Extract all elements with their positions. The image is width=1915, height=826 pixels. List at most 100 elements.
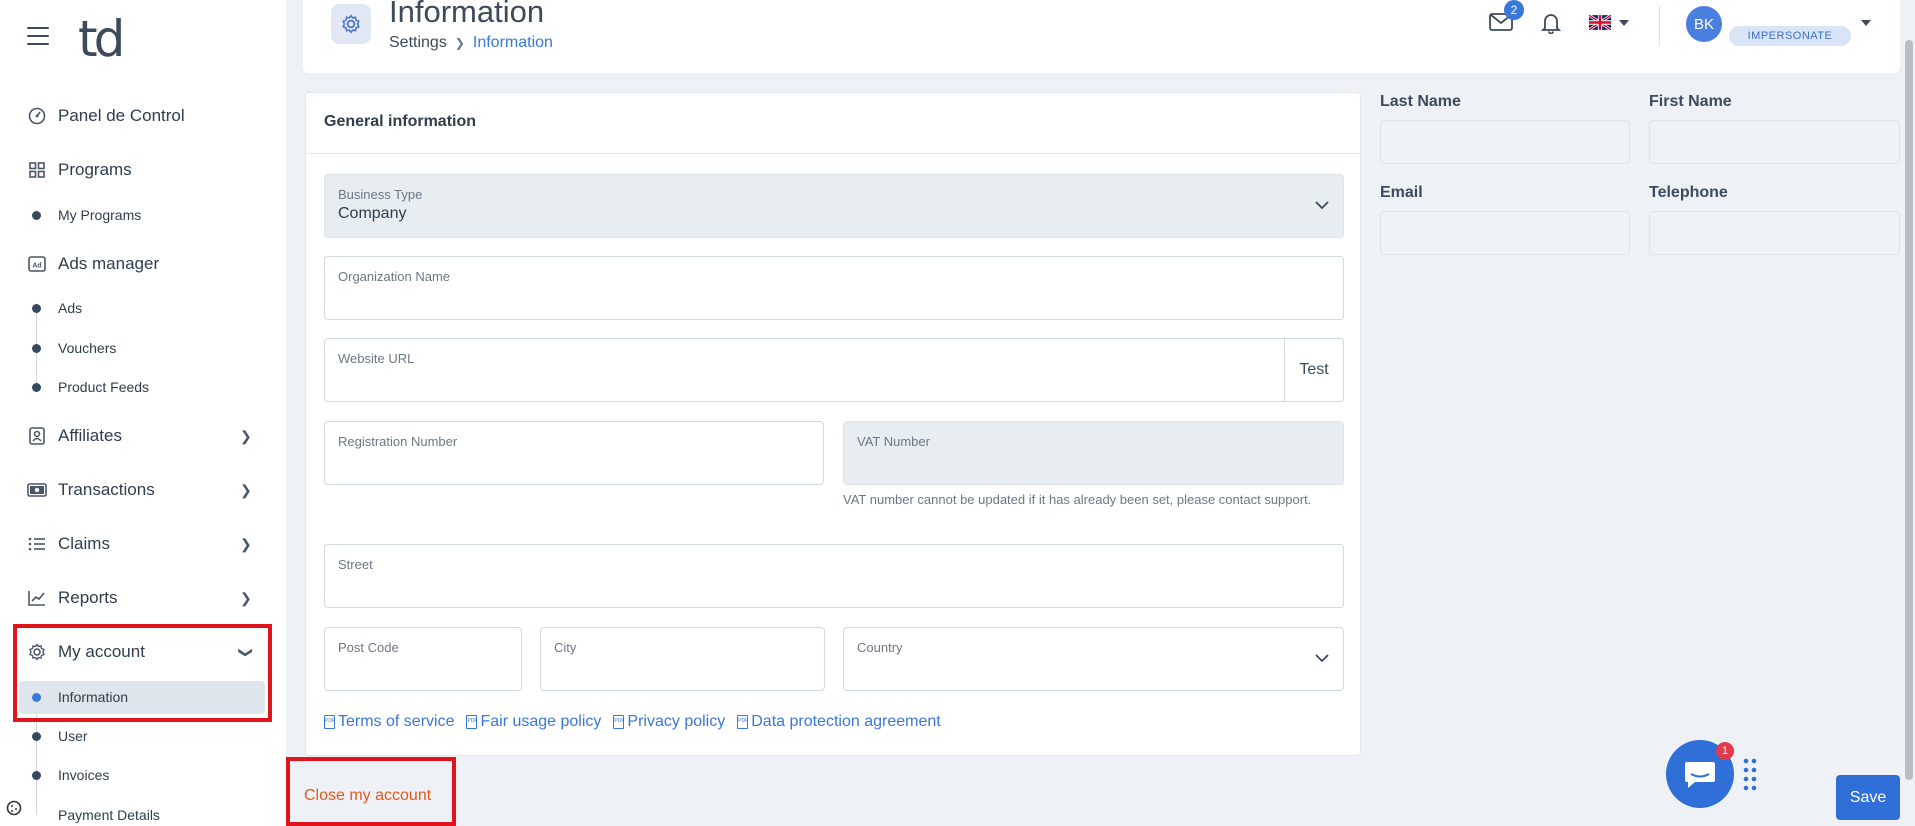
nav-label: Programs [58,160,132,179]
sidebar: td Panel de Control Programs My Programs… [0,0,286,826]
bullet [32,343,41,353]
nav-reports[interactable]: Reports ❯ [0,578,286,618]
pdf-icon: PDF [737,715,749,729]
bell-icon[interactable] [1540,12,1562,35]
svg-text:Ad: Ad [32,263,41,270]
breadcrumb-settings[interactable]: Settings [389,34,447,52]
page-title: Information [389,0,545,29]
sub-product-feeds[interactable]: Product Feeds [0,374,286,400]
sub-user[interactable]: User [0,723,286,749]
chart-icon [27,588,47,608]
nav-affiliates[interactable]: Affiliates ❯ [0,416,286,456]
first-name-label: First Name [1649,93,1732,110]
sub-payment-details[interactable]: Payment Details [0,802,286,826]
nav-label: Ads manager [58,254,160,273]
impersonate-badge[interactable]: IMPERSONATE [1729,26,1851,46]
money-icon [27,480,47,500]
drag-handle-icon[interactable] [1743,757,1757,793]
ad-icon: Ad [27,254,47,274]
vat-number-field: VAT Number [843,421,1344,485]
field-value: Company [338,205,407,222]
data-protection-agreement-link[interactable]: PDF Data protection agreement [737,713,941,731]
pdf-icon: PDF [613,715,625,729]
sub-label: Vouchers [58,340,117,356]
policy-links: PDF Terms of service PDF Fair usage policy… [324,713,941,731]
organization-name-field[interactable]: Organization Name [324,256,1344,320]
sub-invoices[interactable]: Invoices [0,762,286,788]
field-label: Post Code [338,640,399,655]
scrollbar[interactable] [1905,40,1913,780]
sub-vouchers[interactable]: Vouchers [0,335,286,361]
sub-my-programs[interactable]: My Programs [0,202,286,228]
email-field[interactable] [1380,211,1630,255]
chat-bubble-icon [1685,762,1715,788]
sub-ads[interactable]: Ads [0,295,286,321]
nav-label: Claims [58,534,110,553]
vat-note: VAT number cannot be updated if it has a… [843,492,1312,507]
page-header: Information Settings ❯ Information 2 BK … [303,0,1900,73]
save-button[interactable]: Save [1836,775,1900,820]
post-code-field[interactable]: Post Code [324,627,522,691]
sub-label: Ads [58,300,83,316]
nav-ads-manager[interactable]: Ad Ads manager [0,244,286,284]
highlight-box [13,624,272,722]
caret-down-icon[interactable] [1861,20,1871,26]
chevron-right-icon: ❯ [240,427,252,444]
close-account-link[interactable]: Close my account [304,787,431,805]
nav-label: Panel de Control [58,106,185,125]
grid-icon [27,160,47,180]
terms-of-service-link[interactable]: PDF Terms of service [324,713,454,731]
fair-usage-policy-link[interactable]: PDF Fair usage policy [466,713,601,731]
nav-programs[interactable]: Programs [0,150,286,190]
bullet [32,303,41,313]
nav-panel-de-control[interactable]: Panel de Control [0,96,286,136]
nav-label: Reports [58,588,118,607]
nav-label: Transactions [58,480,155,499]
user-card-icon [27,426,47,446]
bullet [32,210,41,220]
nav-claims[interactable]: Claims ❯ [0,524,286,564]
menu-icon[interactable] [27,27,49,45]
website-url-field[interactable]: Website URL Test [324,338,1344,402]
nav-transactions[interactable]: Transactions ❯ [0,470,286,510]
last-name-label: Last Name [1380,93,1461,110]
telephone-label: Telephone [1649,184,1728,201]
field-label: Business Type [338,187,423,202]
first-name-field[interactable] [1649,120,1900,164]
card-title: General information [324,113,477,130]
sub-label: User [58,728,88,744]
last-name-field[interactable] [1380,120,1630,164]
language-flag-icon[interactable] [1588,13,1612,32]
link-text: Fair usage policy [480,713,602,730]
chevron-right-icon: ❯ [240,481,252,498]
logo[interactable]: td [78,10,125,68]
field-label: City [554,640,577,655]
link-text: Terms of service [338,713,455,730]
registration-number-field[interactable]: Registration Number [324,421,824,485]
link-text: Data protection agreement [751,713,941,730]
city-field[interactable]: City [540,627,825,691]
street-field[interactable]: Street [324,544,1344,608]
field-label: Website URL [338,351,415,366]
telephone-field[interactable] [1649,211,1900,255]
test-button[interactable]: Test [1284,339,1343,401]
avatar[interactable]: BK [1686,6,1722,42]
sub-label: Product Feeds [58,379,150,395]
field-label: Country [857,640,903,655]
mail-badge: 2 [1504,0,1524,20]
cookie-icon[interactable] [6,800,22,816]
caret-down-icon[interactable] [1619,20,1629,26]
chevron-down-icon [1315,197,1329,215]
business-type-select[interactable]: Business Type Company [324,174,1344,238]
link-text: Privacy policy [627,713,726,730]
chevron-down-icon [1315,650,1329,668]
pdf-icon: PDF [324,715,335,729]
breadcrumb: Settings ❯ Information [389,34,553,52]
field-label: Registration Number [338,434,458,449]
chevron-right-icon: ❯ [240,535,252,552]
privacy-policy-link[interactable]: PDF Privacy policy [613,713,725,731]
country-select[interactable]: Country [843,627,1344,691]
breadcrumb-separator-icon: ❯ [454,36,465,50]
general-information-card: General information Business Type Compan… [305,92,1361,756]
email-label: Email [1380,184,1423,201]
